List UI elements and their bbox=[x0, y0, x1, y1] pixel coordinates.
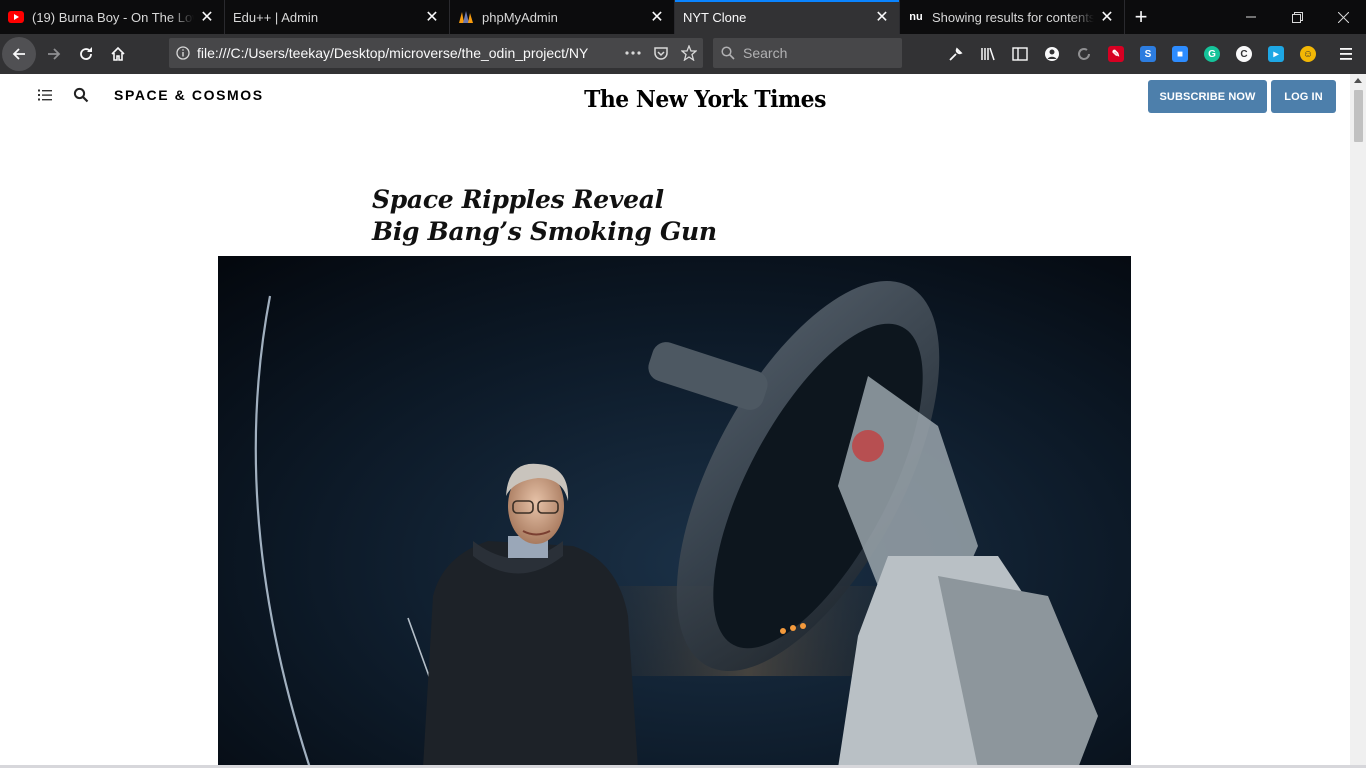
tab-edu-admin[interactable]: Edu++ | Admin ✕ bbox=[225, 0, 450, 34]
url-text[interactable]: file:///C:/Users/teekay/Desktop/microver… bbox=[197, 45, 619, 61]
c-extension-icon[interactable]: C bbox=[1228, 38, 1260, 70]
tab-strip: (19) Burna Boy - On The Low (O ✕ Edu++ |… bbox=[0, 0, 1366, 34]
log-in-button[interactable]: LOG IN bbox=[1271, 80, 1336, 113]
sync-extension-icon[interactable] bbox=[1068, 38, 1100, 70]
home-icon bbox=[111, 46, 125, 61]
hero-image bbox=[218, 256, 1131, 768]
emoji-extension-icon[interactable]: ☺ bbox=[1292, 38, 1324, 70]
headline-line-2: Big Bang’s Smoking Gun bbox=[372, 217, 717, 246]
search-icon[interactable] bbox=[73, 87, 89, 103]
zoom-extension-icon[interactable]: ■ bbox=[1164, 38, 1196, 70]
tab-youtube[interactable]: (19) Burna Boy - On The Low (O ✕ bbox=[0, 0, 225, 34]
scrollbar-thumb[interactable] bbox=[1354, 90, 1363, 142]
tab-title: phpMyAdmin bbox=[482, 9, 558, 25]
search-bar[interactable]: Search bbox=[713, 38, 902, 68]
close-tab-icon[interactable]: ✕ bbox=[423, 8, 441, 26]
menu-icon bbox=[1340, 48, 1352, 60]
close-tab-icon[interactable]: ✕ bbox=[198, 8, 216, 26]
nyt-logo[interactable]: The New York Times bbox=[567, 86, 843, 113]
section-label[interactable]: SPACE & COSMOS bbox=[114, 87, 264, 103]
flash-extension-icon[interactable]: ✎ bbox=[1100, 38, 1132, 70]
s-extension-icon[interactable]: S bbox=[1132, 38, 1164, 70]
scroll-up-arrow-icon[interactable] bbox=[1354, 78, 1362, 83]
search-placeholder: Search bbox=[743, 45, 788, 61]
reload-button[interactable] bbox=[70, 38, 102, 70]
page-actions-icon[interactable] bbox=[619, 51, 647, 55]
reload-icon bbox=[80, 47, 92, 60]
minimize-icon bbox=[1246, 16, 1256, 18]
close-icon bbox=[1337, 11, 1349, 23]
sidebar-icon[interactable] bbox=[1004, 38, 1036, 70]
article-headline: Space Ripples Reveal Big Bang’s Smoking … bbox=[372, 184, 717, 248]
screen-extension-icon[interactable]: ▸ bbox=[1260, 38, 1292, 70]
info-icon[interactable] bbox=[169, 46, 197, 60]
extension-icons: ✎ S ■ G C ▸ ☺ bbox=[940, 38, 1324, 70]
address-bar[interactable]: file:///C:/Users/teekay/Desktop/microver… bbox=[169, 38, 703, 68]
close-window-button[interactable] bbox=[1320, 0, 1366, 34]
headline-line-1: Space Ripples Reveal bbox=[372, 185, 664, 214]
search-icon bbox=[713, 46, 743, 60]
wrench-icon[interactable] bbox=[940, 38, 972, 70]
home-button[interactable] bbox=[102, 38, 134, 70]
minimize-button[interactable] bbox=[1228, 0, 1274, 34]
nu-icon: nu bbox=[909, 11, 923, 23]
back-arrow-icon bbox=[12, 48, 25, 60]
pocket-icon[interactable] bbox=[647, 45, 675, 61]
sections-menu-icon[interactable] bbox=[37, 88, 53, 102]
navigation-toolbar: file:///C:/Users/teekay/Desktop/microver… bbox=[0, 34, 1366, 74]
tab-title: NYT Clone bbox=[683, 9, 747, 25]
tab-title: Edu++ | Admin bbox=[233, 9, 319, 25]
subscribe-now-button[interactable]: SUBSCRIBE NOW bbox=[1148, 80, 1267, 113]
forward-arrow-icon bbox=[48, 48, 61, 60]
hamburger-menu-button[interactable] bbox=[1330, 38, 1362, 70]
phpmyadmin-icon bbox=[458, 9, 474, 25]
back-button[interactable] bbox=[2, 37, 36, 71]
library-icon[interactable] bbox=[972, 38, 1004, 70]
close-tab-icon[interactable]: ✕ bbox=[1098, 8, 1116, 26]
close-tab-icon[interactable]: ✕ bbox=[648, 8, 666, 26]
tab-search-results[interactable]: nu Showing results for contents of ✕ bbox=[900, 0, 1125, 34]
page-content: SPACE & COSMOS The New York Times SUBSCR… bbox=[0, 74, 1350, 768]
grammarly-icon[interactable]: G bbox=[1196, 38, 1228, 70]
youtube-icon bbox=[8, 9, 24, 25]
restore-icon bbox=[1291, 11, 1303, 23]
forward-button[interactable] bbox=[38, 38, 70, 70]
bookmark-star-icon[interactable] bbox=[675, 45, 703, 61]
account-icon[interactable] bbox=[1036, 38, 1068, 70]
restore-button[interactable] bbox=[1274, 0, 1320, 34]
close-tab-icon[interactable]: ✕ bbox=[873, 8, 891, 26]
tab-phpmyadmin[interactable]: phpMyAdmin ✕ bbox=[450, 0, 675, 34]
new-tab-button[interactable]: + bbox=[1125, 0, 1157, 34]
page-scrollbar[interactable] bbox=[1350, 74, 1366, 768]
tab-title: (19) Burna Boy - On The Low (O bbox=[32, 9, 194, 25]
tab-nyt-clone[interactable]: NYT Clone ✕ bbox=[675, 0, 900, 34]
tab-title: Showing results for contents of bbox=[932, 9, 1094, 25]
